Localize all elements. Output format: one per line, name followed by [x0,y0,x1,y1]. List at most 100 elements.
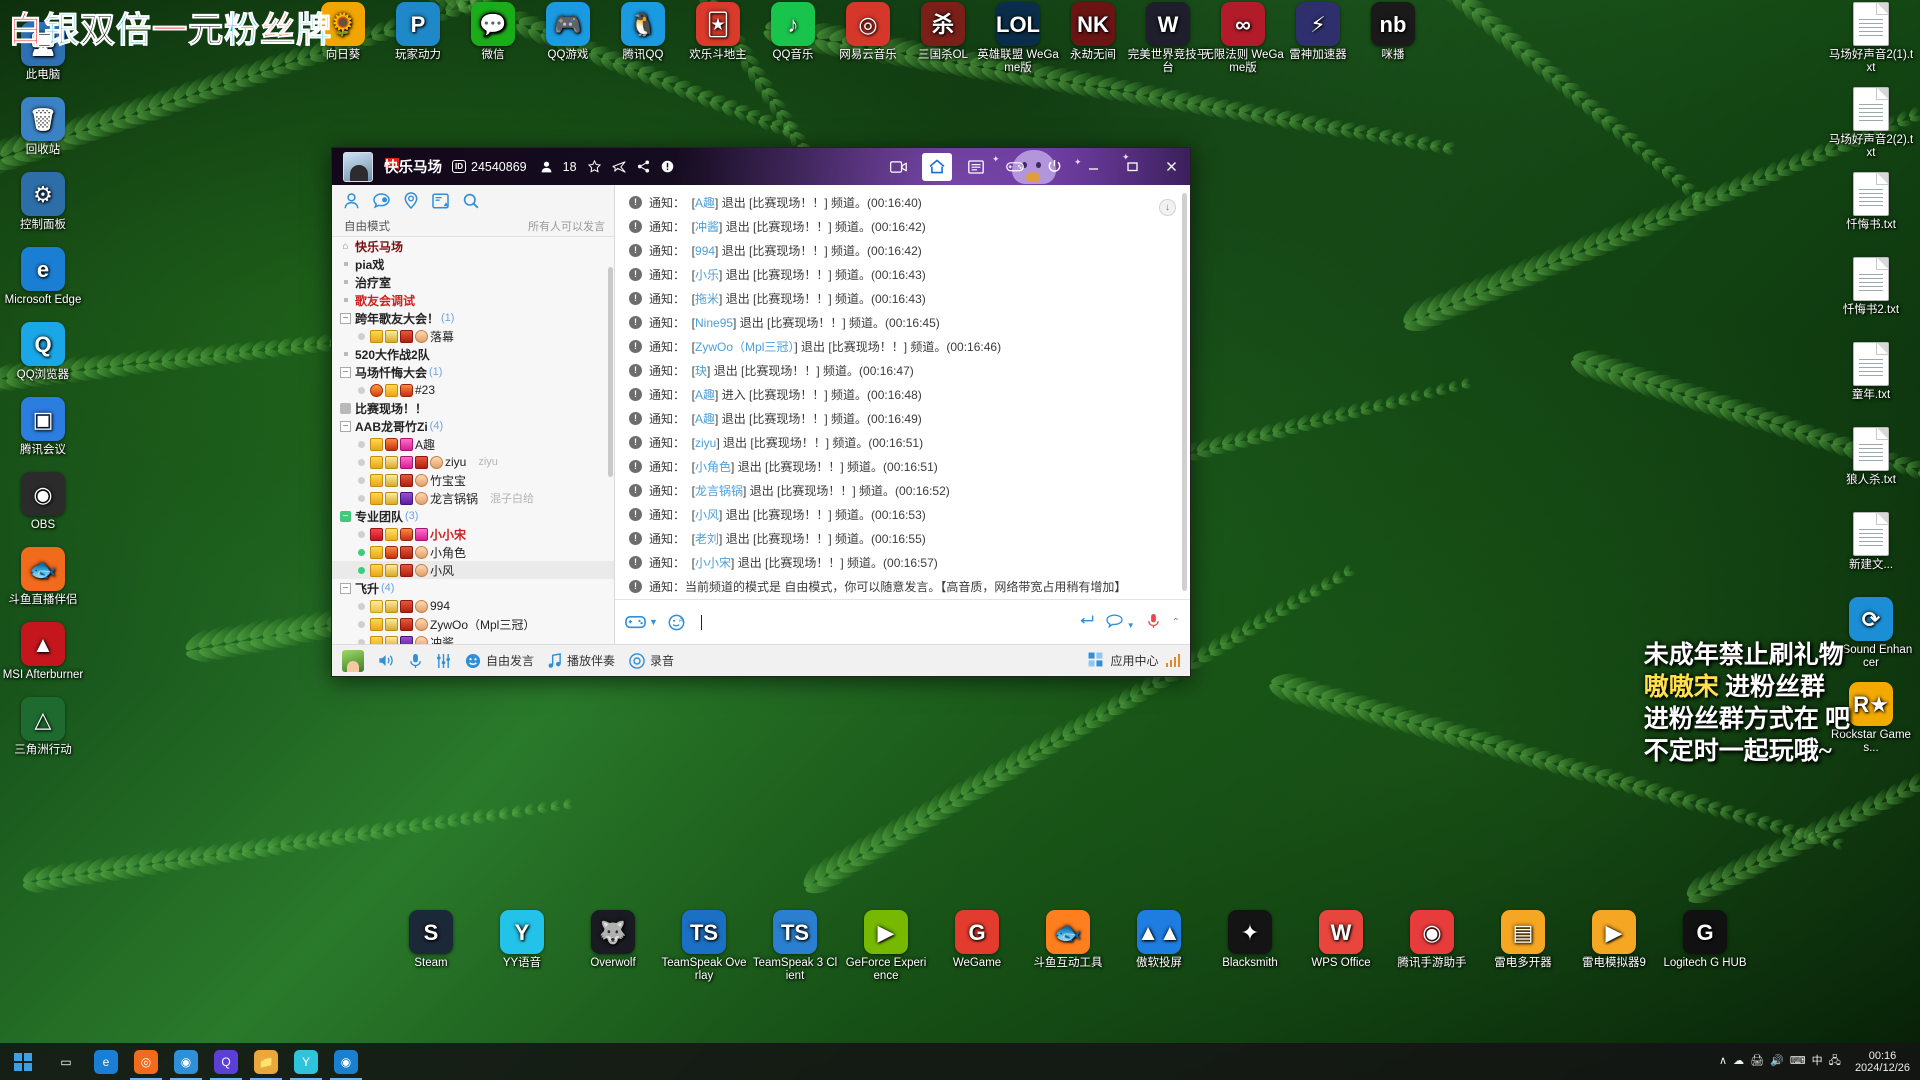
user-node[interactable]: 落幕 [332,327,614,345]
free-speak-button[interactable]: 自由发言 [465,652,534,669]
yy-voice-window[interactable]: ✦ ✦ ✦ 快乐马场 ID 24540869 18 自由模式 所有人可以发言 ⌂… [331,147,1191,677]
user-node[interactable]: 小小宋 [332,525,614,543]
desktop-icon-obs-icon[interactable]: ◉ OBS [0,472,86,532]
tray-icon[interactable]: 🖧 [1829,1055,1841,1067]
desktop-icon-netease-music-icon[interactable]: ◎ 网易云音乐 [825,2,911,62]
tree-toggle-icon[interactable]: − [340,420,351,432]
channel-node[interactable]: − 跨年歌友大会！ (1) [332,309,614,327]
channel-sidebar[interactable]: 自由模式 所有人可以发言 ⌂ 快乐马场 pia戏 治疗室 歌友会调试 − 跨年歌… [332,185,615,644]
taskbar-obs-icon[interactable]: ◉ [326,1043,366,1080]
search-icon[interactable] [463,193,479,212]
bottom-right-group[interactable]: 应用中心 [1088,652,1180,670]
desktop-icon-delta-force-icon[interactable]: △ 三角洲行动 [0,697,86,757]
user-node[interactable]: ziyu ziyu [332,453,614,471]
desktop-icon-douyu-tool-icon[interactable]: 🐟 斗鱼互动工具 [1025,910,1111,970]
tree-toggle-icon[interactable]: − [340,582,351,594]
channel-node[interactable]: 歌友会调试 [332,291,614,309]
maximize-icon[interactable] [1117,153,1147,181]
desktop-icon-tencent-meeting-icon[interactable]: ▣ 腾讯会议 [0,397,86,457]
desktop-icon-text-file-icon[interactable]: 忏悔书2.txt [1828,257,1914,317]
speech-bubble-icon[interactable]: ▼ [1106,613,1135,631]
tree-toggle-icon[interactable] [340,295,351,306]
minimize-icon[interactable] [1078,153,1108,181]
apps-grid-icon[interactable] [1088,652,1103,670]
desktop-icon-yy-voice-icon[interactable]: Y YY语音 [479,910,565,970]
record-button[interactable]: 录音 [629,652,674,669]
share-icon[interactable] [637,160,650,173]
channel-node[interactable]: ⌂ 快乐马场 [332,237,614,255]
taskbar-edge-icon[interactable]: e [86,1043,126,1080]
equalizer-icon[interactable] [436,653,451,669]
user-node[interactable]: 小角色 [332,543,614,561]
user-node[interactable]: 994 [332,597,614,615]
message-input-area[interactable]: ▼ A ▼ ⌃ [615,599,1190,644]
tree-toggle-icon[interactable]: − [340,510,351,522]
tree-toggle-icon[interactable] [340,259,351,270]
channel-node[interactable]: − 飞升 (4) [332,579,614,597]
sidebar-toolbar[interactable] [332,185,614,215]
desktop-icon-ldplayer9-icon[interactable]: ▶ 雷电模拟器9 [1571,910,1657,970]
channel-node[interactable]: 比赛现场！！ [332,399,614,417]
desktop-icon-leishen-booster-icon[interactable]: ⚡ 雷神加速器 [1275,2,1361,62]
desktop-icon-teamspeak-overlay-icon[interactable]: TS TeamSpeak Overlay [661,910,747,983]
user-node[interactable]: ZywOo（Mpl三冠） [332,615,614,633]
desktop-icon-wechat-icon[interactable]: 💬 微信 [450,2,536,62]
tree-toggle-icon[interactable]: ⌂ [340,241,351,252]
tray-icon[interactable]: 🖨 [1750,1055,1764,1067]
speaker-icon[interactable] [378,653,395,668]
taskbar-yy-voice-icon[interactable]: Y [286,1043,326,1080]
desktop-icon-qq-browser-icon[interactable]: Q QQ浏览器 [0,322,86,382]
user-node[interactable]: 龙言锅锅 混子白给 [332,489,614,507]
channel-node[interactable]: 治疗室 [332,273,614,291]
desktop-icon-wps-office-icon[interactable]: W WPS Office [1298,910,1384,970]
desktop-icon-control-panel-icon[interactable]: ⚙ 控制面板 [0,172,86,232]
desktop-icon-text-file-icon[interactable]: 忏悔书.txt [1828,172,1914,232]
channel-tree[interactable]: ⌂ 快乐马场 pia戏 治疗室 歌友会调试 − 跨年歌友大会！ (1) 落幕 5… [332,237,614,644]
tree-toggle-icon[interactable]: − [340,312,351,324]
user-node[interactable]: 竹宝宝 [332,471,614,489]
taskbar-douyu-icon[interactable]: ◎ [126,1043,166,1080]
close-icon[interactable] [1156,153,1186,181]
message-board-icon[interactable] [432,192,449,212]
desktop-icon-recycle-bin-icon[interactable]: 🗑 回收站 [0,97,86,157]
tree-toggle-icon[interactable]: − [340,366,351,378]
microphone-icon[interactable] [409,653,422,669]
taskbar-chrome-icon[interactable]: ◉ [166,1043,206,1080]
desktop-icon-apowermirror-icon[interactable]: ▲▲ 傲软投屏 [1116,910,1202,970]
face-icon[interactable]: A [668,614,685,631]
desktop-icon-logitech-ghub-icon[interactable]: G Logitech G HUB [1662,910,1748,970]
desktop-icon-tencent-qq-icon[interactable]: 🐧 腾讯QQ [600,2,686,62]
location-pin-icon[interactable] [404,192,418,212]
tray-icon[interactable]: ∧ [1719,1055,1727,1067]
chat-icon[interactable] [373,192,390,212]
desktop-icon-tencent-gameloop-icon[interactable]: ◉ 腾讯手游助手 [1389,910,1475,970]
message-scrollbar[interactable] [1182,189,1187,599]
window-title-bar[interactable]: ✦ ✦ ✦ 快乐马场 ID 24540869 18 [332,148,1190,185]
channel-node[interactable]: 520大作战2队 [332,345,614,363]
desktop-icon-lol-wegame-icon[interactable]: LOL 英雄联盟 WeGame版 [975,2,1061,75]
chevron-up-icon[interactable]: ⌃ [1172,617,1180,628]
system-tray[interactable]: ∧ ☁ 🖨 🔊 ⌨ 中 🖧 00:16 2024/12/26 [1719,1050,1920,1074]
desktop-icon-steam-icon[interactable]: S Steam [388,910,474,970]
user-node[interactable]: 冲酱 [332,633,614,644]
info-icon[interactable] [661,160,674,173]
desktop-icon-geforce-experience-icon[interactable]: ▶ GeForce Experience [843,910,929,983]
desktop-icon-teamspeak3-icon[interactable]: TS TeamSpeak 3 Client [752,910,838,983]
chevron-down-icon[interactable]: ▼ [649,617,658,627]
desktop-icon-blacksmith-icon[interactable]: ✦ Blacksmith [1207,910,1293,970]
input-right-tools[interactable]: ▼ ⌃ [1079,613,1180,632]
game-emoji-icon[interactable]: ▼ [625,614,658,630]
desktop-icon-douyu-companion-icon[interactable]: 🐟 斗鱼直播伴侣 [0,547,86,607]
desktop-icon-text-file-icon[interactable]: 马场好声音2(2).txt [1828,87,1914,160]
taskbar-explorer-icon[interactable]: 📁 [246,1043,286,1080]
desktop-icon-overwolf-icon[interactable]: 🐺 Overwolf [570,910,656,970]
desktop-icon-qq-music-icon[interactable]: ♪ QQ音乐 [750,2,836,62]
star-icon[interactable] [587,160,601,173]
desktop-icon-perfect-world-icon[interactable]: W 完美世界竞技平台 [1125,2,1211,75]
desktop-icon-msi-afterburner-icon[interactable]: ▲ MSI Afterburner [0,622,86,682]
scroll-to-bottom-icon[interactable]: ↓ [1159,199,1176,216]
message-list[interactable]: ! 通知： [A趣] 退出 [比赛现场！！] 频道。(00:16:40) ! 通… [615,185,1190,599]
taskbar-qq-browser-icon[interactable]: Q [206,1043,246,1080]
user-node[interactable]: 小风 [332,561,614,579]
tray-icon[interactable]: 中 [1812,1055,1823,1067]
